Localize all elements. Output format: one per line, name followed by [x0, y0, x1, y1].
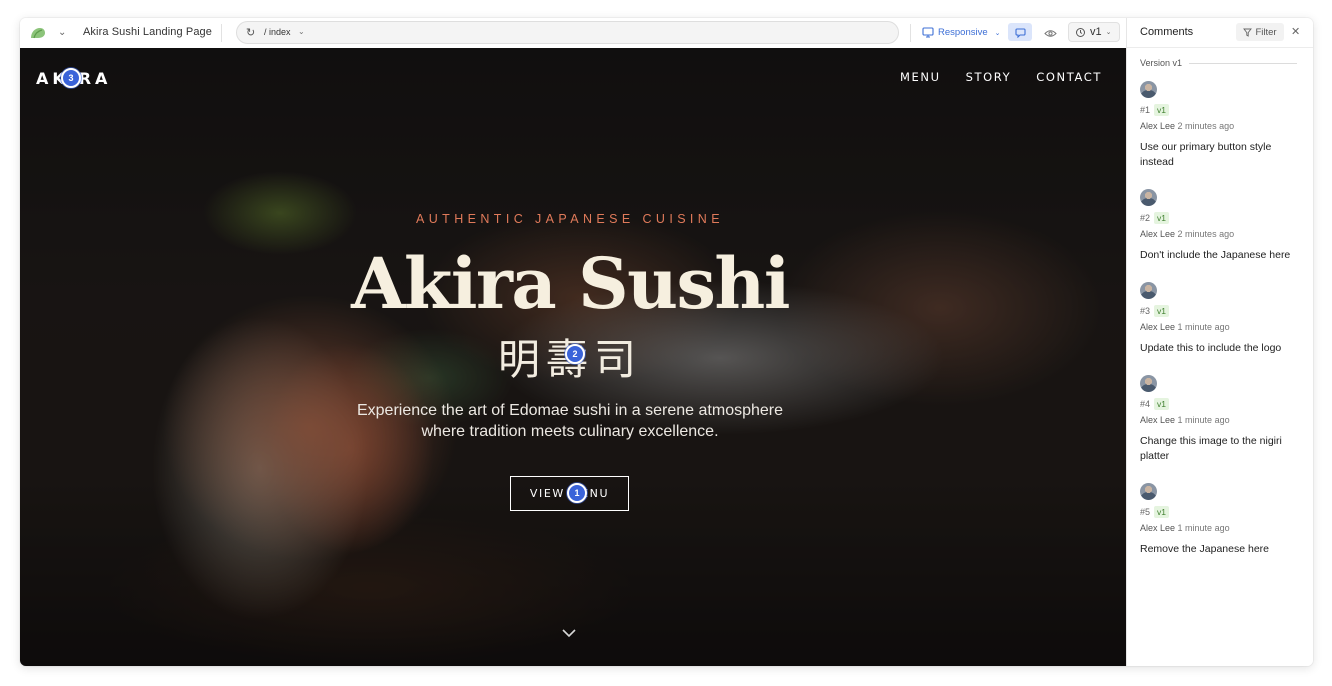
- responsive-dropdown[interactable]: Responsive ⌄: [922, 24, 1001, 41]
- version-group-label: Version v1: [1140, 58, 1183, 68]
- comment-author: Alex Lee: [1140, 415, 1176, 425]
- comment-time: 1 minute ago: [1177, 415, 1230, 425]
- responsive-label: Responsive: [938, 27, 988, 38]
- version-dropdown[interactable]: v1 ⌄: [1068, 22, 1120, 42]
- project-menu-chevron-icon[interactable]: ⌄: [58, 27, 66, 38]
- comment-pin-3[interactable]: 3: [61, 68, 81, 88]
- version-group-header: Version v1: [1140, 58, 1298, 68]
- version-badge: v1: [1154, 506, 1169, 518]
- toolbar-divider: [221, 24, 222, 42]
- comment-author: Alex Lee: [1140, 229, 1176, 239]
- comment-text: Use our primary button style instead: [1140, 141, 1272, 168]
- app-logo-icon[interactable]: [29, 26, 47, 40]
- comment-text: Update this to include the logo: [1140, 342, 1282, 354]
- comment-time: 1 minute ago: [1177, 322, 1230, 332]
- eye-icon: [1043, 29, 1057, 37]
- version-badge: v1: [1154, 305, 1169, 317]
- comment-number: #3: [1140, 306, 1151, 316]
- app-window: ⌄ Akira Sushi Landing Page ↻ / index ⌄ R…: [20, 18, 1313, 666]
- version-badge: v1: [1154, 398, 1169, 410]
- comment-time: 1 minute ago: [1177, 523, 1230, 533]
- panel-divider: [1127, 47, 1313, 48]
- hero-description: Experience the art of Edomae sushi in a …: [356, 402, 784, 440]
- monitor-icon: [922, 27, 934, 38]
- nav-item-story[interactable]: STORY: [966, 70, 1012, 84]
- comment-author: Alex Lee: [1140, 121, 1176, 131]
- comment-text: Don't include the Japanese here: [1140, 249, 1291, 261]
- comment-text: Remove the Japanese here: [1140, 543, 1269, 555]
- panel-title: Comments: [1140, 26, 1194, 38]
- comment-text: Change this image to the nigiri platter: [1140, 435, 1282, 462]
- comment-icon: [1014, 27, 1026, 38]
- version-label: v1: [1090, 26, 1102, 38]
- chevron-down-icon: ⌄: [1105, 29, 1112, 36]
- comment-number: #4: [1140, 399, 1151, 409]
- comment-time: 2 minutes ago: [1177, 121, 1235, 131]
- avatar: [1140, 282, 1157, 299]
- hero-title: Akira Sushi: [351, 242, 790, 325]
- comments-panel: Comments Filter ✕ Version v1 #1 v1 Alex L…: [1126, 18, 1313, 666]
- site-preview[interactable]: AKIRA MENU STORY CONTACT AUTHENTIC JAPAN…: [20, 48, 1126, 666]
- nav-item-menu[interactable]: MENU: [900, 70, 941, 84]
- comment-item[interactable]: #2 v1 Alex Lee 2 minutes ago Don't includ…: [1140, 189, 1305, 263]
- comment-number: #5: [1140, 507, 1151, 517]
- comment-number: #1: [1140, 105, 1151, 115]
- comment-item[interactable]: #4 v1 Alex Lee 1 minute ago Change this i…: [1140, 375, 1305, 464]
- site-nav: MENU STORY CONTACT: [900, 70, 1102, 84]
- avatar: [1140, 81, 1157, 98]
- comment-author: Alex Lee: [1140, 523, 1176, 533]
- filter-label: Filter: [1255, 26, 1277, 38]
- url-chevron-down-icon[interactable]: ⌄: [298, 27, 305, 36]
- chevron-down-icon: ⌄: [994, 29, 1001, 37]
- version-badge: v1: [1154, 212, 1169, 224]
- history-icon: [1076, 27, 1085, 37]
- avatar: [1140, 189, 1157, 206]
- toolbar-divider: [910, 24, 911, 42]
- preview-eye-button[interactable]: [1041, 24, 1059, 42]
- avatar: [1140, 375, 1157, 392]
- top-toolbar: ⌄ Akira Sushi Landing Page ↻ / index ⌄ R…: [20, 18, 1126, 48]
- url-path[interactable]: / index: [264, 27, 291, 37]
- scroll-down-chevron-icon[interactable]: [561, 628, 577, 638]
- comment-pin-1[interactable]: 1: [567, 483, 587, 503]
- project-title[interactable]: Akira Sushi Landing Page: [83, 26, 212, 38]
- filter-icon: [1243, 28, 1253, 37]
- reload-icon[interactable]: ↻: [246, 26, 255, 39]
- comment-item[interactable]: #1 v1 Alex Lee 2 minutes ago Use our prim…: [1140, 81, 1305, 170]
- comment-item[interactable]: #3 v1 Alex Lee 1 minute ago Update this t…: [1140, 282, 1305, 356]
- close-icon[interactable]: ✕: [1291, 25, 1300, 38]
- comment-item[interactable]: #5 v1 Alex Lee 1 minute ago Remove the Ja…: [1140, 483, 1305, 557]
- comments-toggle-button[interactable]: [1008, 23, 1032, 41]
- nav-item-contact[interactable]: CONTACT: [1036, 70, 1102, 84]
- comment-time: 2 minutes ago: [1177, 229, 1235, 239]
- comment-pin-2[interactable]: 2: [565, 344, 585, 364]
- avatar: [1140, 483, 1157, 500]
- version-badge: v1: [1154, 104, 1169, 116]
- filter-button[interactable]: Filter: [1236, 23, 1284, 41]
- comment-author: Alex Lee: [1140, 322, 1176, 332]
- url-bar[interactable]: ↻ / index ⌄: [236, 21, 899, 44]
- hero-eyebrow: AUTHENTIC JAPANESE CUISINE: [416, 212, 724, 226]
- comment-number: #2: [1140, 213, 1151, 223]
- version-divider: [1189, 62, 1298, 64]
